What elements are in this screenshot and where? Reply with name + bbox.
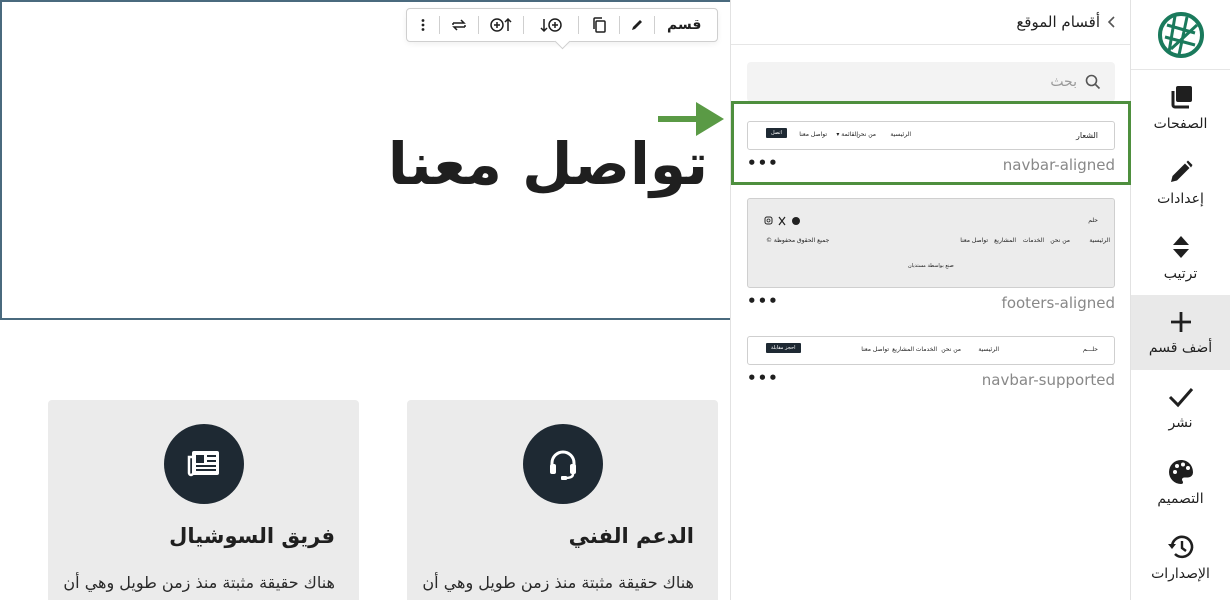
section-label-button[interactable]: قسم xyxy=(655,9,713,41)
card-title: الدعم الفني xyxy=(568,524,694,548)
rail-item-pages[interactable]: الصفحات xyxy=(1131,70,1230,145)
insert-below-icon[interactable] xyxy=(524,9,578,41)
pattern-item[interactable]: حلم الرئيسية من نحن الخدمات المشاريع توا… xyxy=(747,198,1115,318)
pattern-preview[interactable]: الشعار الرئيسية من نحن القائمة ▾ تواصل م… xyxy=(747,121,1115,150)
sections-panel: أقسام الموقع الشعار الرئيسية من نحن القا… xyxy=(730,0,1131,600)
pattern-item[interactable]: حلـــم الرئيسية من نحن الخدمات المشاريع … xyxy=(747,336,1115,396)
preview-link: تواصل معنا xyxy=(861,346,889,353)
preview-link: المشاريع xyxy=(892,346,914,353)
rail-item-versions[interactable]: الإصدارات xyxy=(1131,520,1230,595)
chevron-left-icon[interactable] xyxy=(1106,15,1116,29)
preview-link: الخدمات xyxy=(1022,237,1044,244)
rail-label: الصفحات xyxy=(1153,115,1208,132)
preview-link: المشاريع xyxy=(994,237,1016,244)
pattern-name: footers-aligned xyxy=(1001,294,1115,312)
feature-card: الدعم الفني هناك حقيقة مثبتة منذ زمن طوي… xyxy=(407,400,718,600)
preview-link: الرئيسية xyxy=(890,131,911,138)
rail-label: أضف قسم xyxy=(1148,339,1213,356)
preview-brand: حلـــم xyxy=(1083,346,1098,353)
palette-icon xyxy=(1168,459,1193,484)
more-horizontal-icon[interactable]: ••• xyxy=(747,154,779,172)
preview-link: من نحن xyxy=(856,131,876,138)
duplicate-icon[interactable] xyxy=(579,9,619,41)
builder-app: تواصل معنا قسم الدعم الفني هناك حقيقة مث… xyxy=(0,0,1230,600)
panel-header: أقسام الموقع xyxy=(731,0,1130,45)
pattern-name: navbar-aligned xyxy=(1002,156,1115,174)
newspaper-icon xyxy=(163,424,244,504)
headset-icon xyxy=(522,424,603,504)
plus-icon xyxy=(1170,311,1191,332)
pattern-name: navbar-supported xyxy=(981,371,1115,389)
preview-link: من نحن xyxy=(1050,237,1070,244)
check-icon xyxy=(1168,387,1193,407)
hero-title: تواصل معنا xyxy=(387,130,708,198)
rail-item-settings[interactable]: إعدادات xyxy=(1131,145,1230,220)
preview-link: تواصل معنا xyxy=(960,237,988,244)
preview-rights: جميع الحقوق محفوظة © xyxy=(766,237,830,244)
more-vertical-icon[interactable] xyxy=(407,9,439,41)
preview-link: القائمة ▾ xyxy=(836,131,858,138)
search-box xyxy=(747,62,1115,102)
rail-item-publish[interactable]: نشر xyxy=(1131,370,1230,445)
arrow-right-icon xyxy=(658,102,724,136)
sort-icon xyxy=(1172,235,1189,258)
more-horizontal-icon[interactable]: ••• xyxy=(747,292,779,310)
preview-credit: صنع بواسطة مستديان xyxy=(908,263,954,269)
rail-label: التصميم xyxy=(1157,490,1204,507)
pattern-preview[interactable]: حلم الرئيسية من نحن الخدمات المشاريع توا… xyxy=(747,198,1115,288)
rail-label: ترتيب xyxy=(1163,265,1198,282)
preview-link: الخدمات xyxy=(915,346,937,353)
preview-link: تواصل معنا xyxy=(799,131,827,138)
card-text: هناك حقيقة مثبتة منذ زمن طويل وهي أن xyxy=(63,573,335,592)
pattern-preview[interactable]: حلـــم الرئيسية من نحن الخدمات المشاريع … xyxy=(747,336,1115,365)
main-toolbar: الصفحات إعدادات ترتيب أضف قسم نشر التصمي… xyxy=(1131,0,1230,600)
logo-icon xyxy=(1157,11,1204,58)
preview-link: من نحن xyxy=(941,346,961,353)
search-input[interactable] xyxy=(777,74,1077,90)
card-title: فريق السوشيال xyxy=(169,524,335,548)
history-icon xyxy=(1167,535,1193,558)
preview-brand: حلم xyxy=(1088,217,1098,224)
preview-link: الرئيسية xyxy=(978,346,999,353)
pattern-item[interactable]: الشعار الرئيسية من نحن القائمة ▾ تواصل م… xyxy=(747,121,1115,181)
preview-button: اتصل xyxy=(766,128,787,138)
features-section: الدعم الفني هناك حقيقة مثبتة منذ زمن طوي… xyxy=(0,400,730,600)
search-icon xyxy=(1085,74,1101,90)
card-text: هناك حقيقة مثبتة منذ زمن طويل وهي أن xyxy=(422,573,694,592)
rail-item-add-section[interactable]: أضف قسم xyxy=(1131,295,1230,370)
preview-link: الرئيسية xyxy=(1089,237,1110,244)
social-icons xyxy=(764,216,800,226)
panel-title: أقسام الموقع xyxy=(1016,13,1100,31)
pencil-icon xyxy=(1170,160,1192,182)
preview-brand: الشعار xyxy=(1076,131,1098,140)
rail-label: الإصدارات xyxy=(1151,565,1210,582)
rail-label: إعدادات xyxy=(1157,190,1204,207)
section-toolbar: قسم xyxy=(406,8,718,42)
feature-card: فريق السوشيال هناك حقيقة مثبتة منذ زمن ط… xyxy=(48,400,359,600)
rail-item-sort[interactable]: ترتيب xyxy=(1131,220,1230,295)
replace-icon[interactable] xyxy=(440,9,478,41)
rail-item-design[interactable]: التصميم xyxy=(1131,445,1230,520)
edit-icon[interactable] xyxy=(620,9,654,41)
app-logo[interactable] xyxy=(1131,0,1230,70)
pages-icon xyxy=(1171,85,1192,108)
preview-button: احجز مقابلة xyxy=(766,343,801,353)
insert-above-icon[interactable] xyxy=(479,9,523,41)
more-horizontal-icon[interactable]: ••• xyxy=(747,369,779,387)
page-canvas: تواصل معنا قسم الدعم الفني هناك حقيقة مث… xyxy=(0,0,730,600)
selected-section[interactable]: تواصل معنا xyxy=(0,0,730,320)
rail-label: نشر xyxy=(1168,414,1193,431)
